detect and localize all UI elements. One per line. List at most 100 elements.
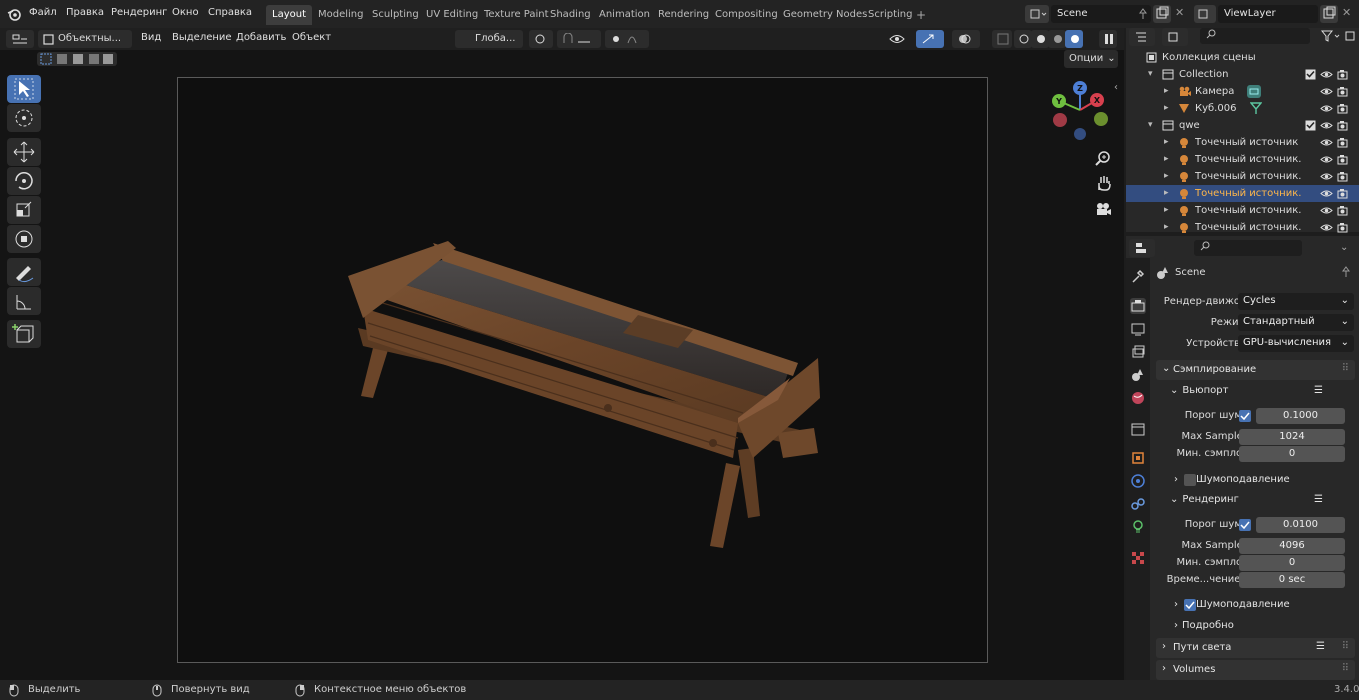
- render-camera-icon[interactable]: [1337, 103, 1348, 114]
- select-mode-buttons[interactable]: [37, 52, 117, 66]
- world-tab-icon[interactable]: [1130, 390, 1146, 406]
- visibility-icon[interactable]: [888, 31, 910, 47]
- 3d-viewport[interactable]: Опции ⌄ Z X Y ‹: [0, 50, 1124, 680]
- light-paths-list-icon[interactable]: ☰: [1316, 641, 1325, 652]
- constraints-tab-icon[interactable]: [1130, 496, 1146, 512]
- tool-tab-icon[interactable]: [1130, 268, 1146, 284]
- vp-denoise-row[interactable]: › Шумоподавление: [1174, 474, 1344, 486]
- vp-denoise-checkbox[interactable]: [1184, 474, 1196, 486]
- object-data-tab-icon[interactable]: [1130, 519, 1146, 535]
- r-denoise-checkbox[interactable]: [1184, 599, 1196, 611]
- outliner-object-row[interactable]: ▸ Точечный источник.002: [1126, 168, 1359, 185]
- add-cube-tool[interactable]: [7, 320, 41, 348]
- tab-animation[interactable]: Animation: [593, 5, 656, 25]
- context-pin-icon[interactable]: [1340, 266, 1352, 278]
- menu-object[interactable]: Объект: [292, 32, 331, 43]
- tab-shading[interactable]: Shading: [544, 5, 597, 25]
- annotate-tool[interactable]: [7, 258, 41, 286]
- chevron-right-icon[interactable]: ▸: [1164, 171, 1169, 181]
- editor-type-icon[interactable]: [6, 30, 34, 48]
- sampling-panel-header[interactable]: ⌄ Сэмплирование ⠿: [1156, 360, 1355, 380]
- move-tool[interactable]: [7, 138, 41, 166]
- scene-name-field[interactable]: Scene: [1051, 5, 1151, 23]
- select-box-tool[interactable]: [7, 75, 41, 103]
- chevron-right-icon[interactable]: ▸: [1164, 137, 1169, 147]
- outliner-object-row[interactable]: ▸ Камера: [1126, 83, 1359, 100]
- collapse-arrow-icon[interactable]: ‹: [1114, 82, 1118, 93]
- pan-hand-icon[interactable]: [1094, 174, 1112, 192]
- tab-modeling[interactable]: Modeling: [312, 5, 370, 25]
- volumes-panel-header[interactable]: › Volumes ⠿: [1156, 660, 1355, 680]
- render-camera-icon[interactable]: [1337, 205, 1348, 216]
- view-layer-tab-icon[interactable]: [1130, 344, 1146, 360]
- vp-noise-threshold-checkbox[interactable]: [1239, 410, 1251, 422]
- menu-file[interactable]: Файл: [29, 7, 57, 18]
- menu-select[interactable]: Выделение: [172, 32, 232, 43]
- properties-search-input[interactable]: [1194, 240, 1302, 256]
- blender-logo-icon[interactable]: [7, 7, 21, 21]
- zoom-icon[interactable]: [1094, 150, 1112, 168]
- r-noise-threshold-checkbox[interactable]: [1239, 519, 1251, 531]
- r-noise-threshold-field[interactable]: 0.0100: [1256, 517, 1345, 533]
- pin-icon[interactable]: [1138, 8, 1148, 20]
- pause-render-icon[interactable]: [1099, 30, 1117, 48]
- render-camera-icon[interactable]: [1337, 137, 1348, 148]
- menu-edit[interactable]: Правка: [66, 7, 104, 18]
- chevron-right-icon[interactable]: ▸: [1164, 103, 1169, 113]
- chevron-down-icon[interactable]: ▾: [1148, 69, 1153, 79]
- eye-icon[interactable]: [1320, 87, 1333, 96]
- tab-sculpting[interactable]: Sculpting: [366, 5, 425, 25]
- vp-max-samples-field[interactable]: 1024: [1239, 429, 1345, 445]
- add-workspace-icon[interactable]: +: [916, 8, 926, 22]
- details-subpanel-header[interactable]: › Подробно: [1174, 620, 1344, 631]
- r-denoise-row[interactable]: › Шумоподавление: [1174, 599, 1344, 611]
- texture-tab-icon[interactable]: [1130, 550, 1146, 566]
- outliner-object-row[interactable]: ▸ Точечный источник: [1126, 134, 1359, 151]
- xray-icon[interactable]: [992, 30, 1012, 48]
- eye-icon[interactable]: [1320, 223, 1333, 232]
- eye-icon[interactable]: [1320, 206, 1333, 215]
- eye-icon[interactable]: [1320, 155, 1333, 164]
- pivot-point-icon[interactable]: [529, 30, 553, 48]
- outliner-collection-row[interactable]: ▾ qwe: [1126, 117, 1359, 134]
- tab-uv-editing[interactable]: UV Editing: [420, 5, 484, 25]
- vp-noise-threshold-field[interactable]: 0.1000: [1256, 408, 1345, 424]
- render-camera-icon[interactable]: [1337, 154, 1348, 165]
- chevron-right-icon[interactable]: ▸: [1164, 188, 1169, 198]
- r-min-samples-field[interactable]: 0: [1239, 555, 1345, 571]
- eye-icon[interactable]: [1320, 189, 1333, 198]
- shading-rendered-icon[interactable]: [1065, 30, 1083, 48]
- eye-icon[interactable]: [1320, 172, 1333, 181]
- render-camera-icon[interactable]: [1337, 120, 1348, 131]
- vp-min-samples-field[interactable]: 0: [1239, 446, 1345, 462]
- collection-tab-icon[interactable]: [1130, 421, 1146, 437]
- exclude-checkbox-icon[interactable]: [1305, 120, 1316, 131]
- scene-collection-row[interactable]: Коллекция сцены: [1126, 49, 1359, 66]
- r-time-limit-field[interactable]: 0 sec: [1239, 572, 1345, 588]
- menu-window[interactable]: Окно: [172, 7, 199, 18]
- options-dropdown[interactable]: Опции ⌄: [1064, 50, 1118, 68]
- view-layer-field[interactable]: ViewLayer: [1218, 5, 1318, 23]
- eye-icon[interactable]: [1320, 138, 1333, 147]
- new-scene-icon[interactable]: [1153, 5, 1171, 23]
- eye-icon[interactable]: [1320, 121, 1333, 130]
- shading-solid-icon[interactable]: [1031, 30, 1049, 48]
- viewport-subpanel-header[interactable]: ⌄ Вьюпорт ☰: [1170, 385, 1350, 396]
- filter-icon[interactable]: [1320, 29, 1342, 43]
- properties-options-icon[interactable]: ⌄: [1340, 242, 1348, 253]
- gizmo-toggle-icon[interactable]: [916, 30, 944, 48]
- r-max-samples-field[interactable]: 4096: [1239, 538, 1345, 554]
- render-camera-icon[interactable]: [1337, 222, 1348, 233]
- snap-icon[interactable]: [557, 30, 601, 48]
- close-scene-icon[interactable]: ✕: [1175, 6, 1184, 19]
- chevron-down-icon[interactable]: ▾: [1148, 120, 1153, 130]
- properties-editor-type-icon[interactable]: [1129, 239, 1155, 257]
- physics-tab-icon[interactable]: [1130, 473, 1146, 489]
- render-camera-icon[interactable]: [1337, 188, 1348, 199]
- render-list-icon[interactable]: ☰: [1314, 494, 1323, 505]
- chevron-right-icon[interactable]: ▸: [1164, 154, 1169, 164]
- scene-browse-icon[interactable]: [1025, 5, 1049, 23]
- eye-icon[interactable]: [1320, 70, 1333, 79]
- outliner-editor-type-icon[interactable]: [1129, 28, 1155, 46]
- tab-scripting[interactable]: Scripting: [862, 5, 918, 25]
